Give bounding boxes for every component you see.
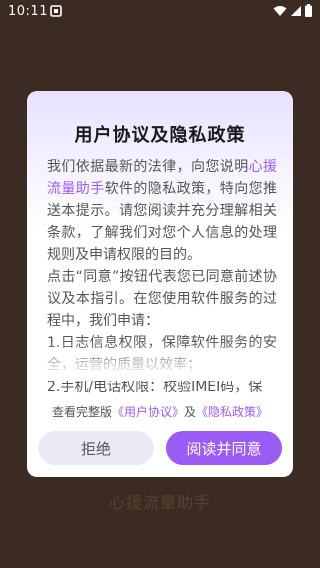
body-intro: 我们依据最新的法律，向您说明心援流量助手软件的隐私政策，特向您推送本提示。请您阅… [47, 156, 277, 266]
user-agreement-link[interactable]: 《用户协议》 [112, 405, 184, 419]
accept-button[interactable]: 阅读并同意 [166, 431, 282, 465]
view-full-prefix: 查看完整版 [51, 405, 112, 419]
status-bar: 10:11 [0, 0, 320, 24]
battery-icon [305, 4, 312, 17]
body-intro-before: 我们依据最新的法律，向您说明 [47, 159, 249, 175]
status-icons [273, 4, 312, 17]
dialog-title: 用户协议及隐私政策 [74, 125, 246, 146]
cellular-signal-icon [291, 5, 301, 16]
privacy-policy-link[interactable]: 《隐私政策》 [196, 405, 268, 419]
reject-button[interactable]: 拒绝 [38, 431, 154, 465]
sim-card-icon [50, 5, 62, 17]
status-time: 10:11 [8, 4, 48, 19]
and-text: 及 [184, 405, 197, 419]
privacy-dialog: 用户协议及隐私政策 我们依据最新的法律，向您说明心援流量助手软件的隐私政策，特向… [27, 91, 293, 477]
dialog-body[interactable]: 我们依据最新的法律，向您说明心援流量助手软件的隐私政策，特向您推送本提示。请您阅… [47, 156, 277, 444]
view-full-links: 查看完整版《用户协议》及《隐私政策》 [27, 403, 293, 420]
wifi-icon [273, 5, 287, 16]
body-paragraph-2: 点击“同意”按钮代表您已同意前述协议及本指引。在您使用软件服务的过程中，我们申请… [47, 269, 277, 329]
background-app-name: 心援流量助手 [108, 493, 211, 512]
scroll-fade [27, 341, 293, 381]
